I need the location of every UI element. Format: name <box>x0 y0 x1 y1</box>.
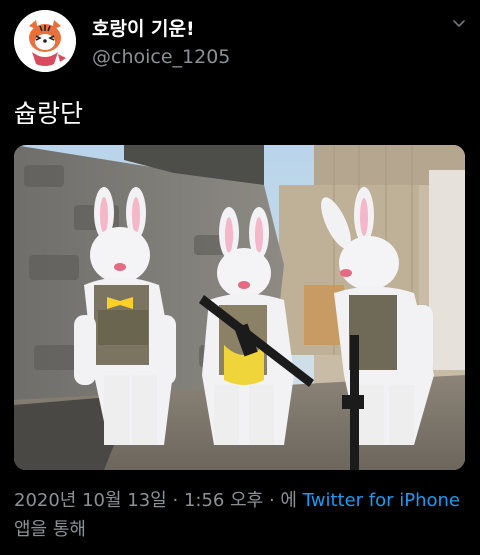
separator: · <box>268 490 275 511</box>
tweet-text: 슙랑단 <box>14 99 84 128</box>
tweet-photo[interactable] <box>14 145 465 470</box>
source-suffix: 앱을 통해 <box>14 519 86 540</box>
user-handle[interactable]: @choice_1205 <box>92 46 230 68</box>
chevron-down-icon[interactable] <box>451 16 467 32</box>
avatar[interactable] <box>14 10 76 72</box>
display-name[interactable]: 호랑이 기운! <box>92 14 195 41</box>
tiger-avatar-icon <box>14 10 76 72</box>
photo-image <box>14 145 465 470</box>
tweet-time[interactable]: 1:56 오후 <box>184 490 263 511</box>
tweet-date[interactable]: 2020년 10월 13일 <box>14 490 167 511</box>
source-prefix: 에 <box>280 490 303 511</box>
source-link[interactable]: Twitter for iPhone <box>303 490 460 511</box>
tweet-metadata: 2020년 10월 13일 · 1:56 오후 · 에 Twitter for … <box>14 486 464 544</box>
separator: · <box>172 490 179 511</box>
